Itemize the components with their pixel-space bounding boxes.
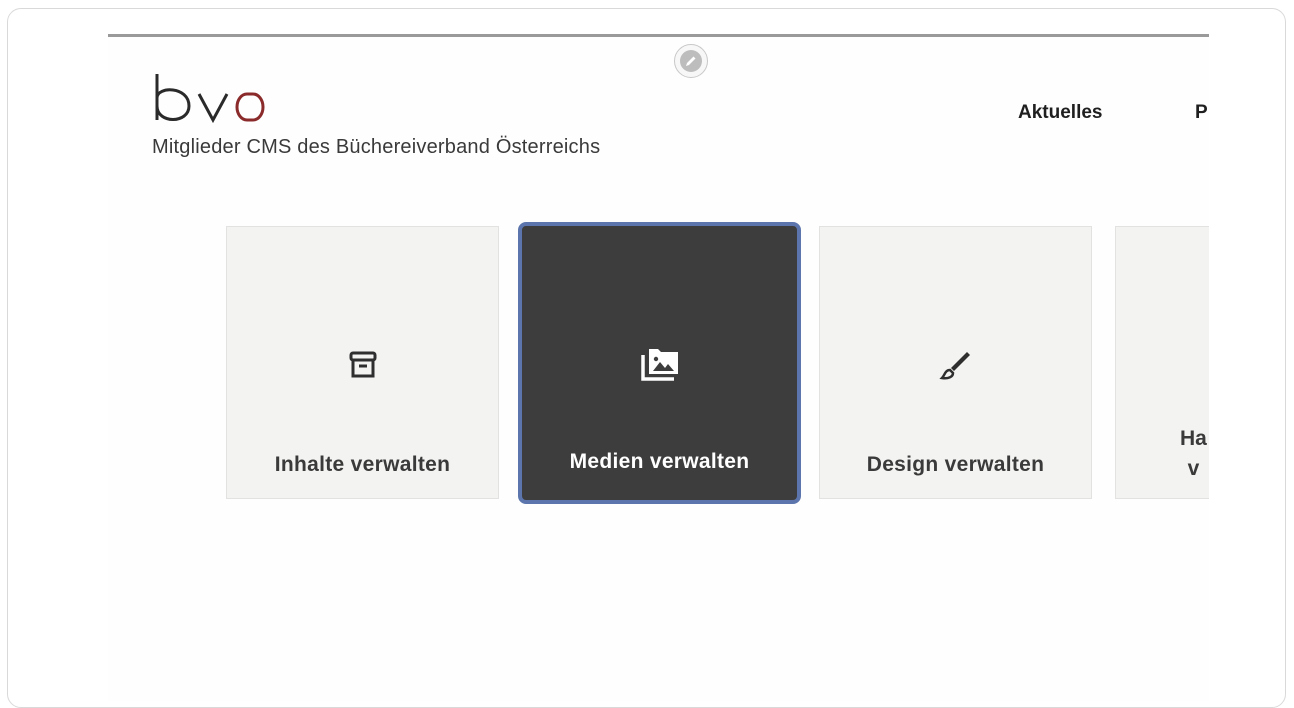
photo-library-icon [640, 344, 680, 384]
tile-label: Inhalte verwalten [274, 453, 451, 476]
tile-medien-verwalten[interactable]: Medien verwalten [518, 222, 801, 504]
browser-frame: Mitglieder CMS des Büchereiverband Öster… [7, 8, 1286, 708]
page-viewport: Mitglieder CMS des Büchereiverband Öster… [108, 34, 1209, 701]
tile-label: Medien verwalten [569, 450, 750, 473]
edit-button[interactable] [674, 44, 708, 78]
tile-label-line1: Ha [1180, 427, 1207, 450]
site-subtitle: Mitglieder CMS des Büchereiverband Öster… [152, 136, 601, 158]
archive-box-icon [343, 345, 383, 385]
nav-item-truncated[interactable]: P [1195, 102, 1208, 124]
top-divider [108, 34, 1209, 37]
tile-design-verwalten[interactable]: Design verwalten [819, 226, 1092, 499]
tile-inhalte-verwalten[interactable]: Inhalte verwalten [226, 226, 499, 499]
tile-label: Design verwalten [866, 453, 1045, 476]
tile-label-truncated: Ha v [1180, 424, 1207, 484]
tile-label-line2: v [1187, 457, 1200, 480]
main-nav: Aktuelles P [108, 102, 1209, 132]
nav-item-aktuelles[interactable]: Aktuelles [1018, 102, 1102, 124]
tile-truncated[interactable]: Ha v [1115, 226, 1209, 499]
pencil-icon [680, 50, 702, 72]
paintbrush-icon [936, 345, 976, 385]
